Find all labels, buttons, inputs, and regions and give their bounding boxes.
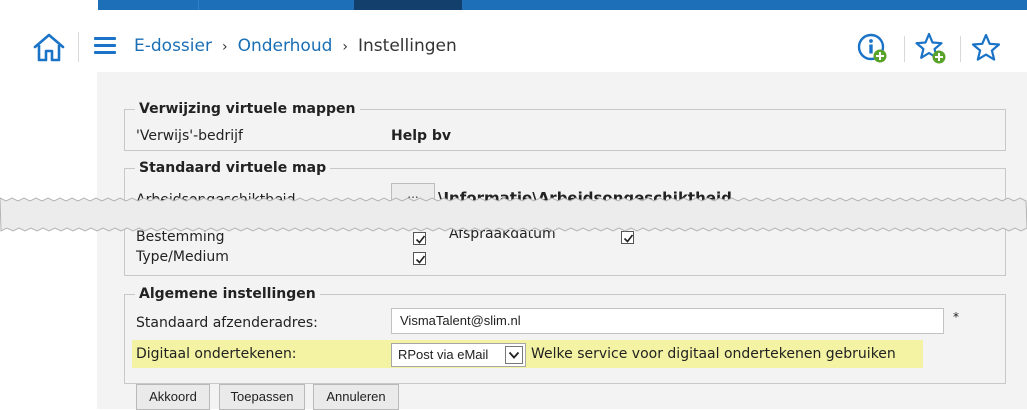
home-icon[interactable] — [32, 32, 66, 62]
breadcrumb-current: Instellingen — [358, 36, 457, 56]
header-bar: E-dossier › Onderhoud › Instellingen — [0, 26, 1027, 72]
section-algemeen-title: Algemene instellingen — [139, 286, 316, 302]
akkoord-button[interactable]: Akkoord — [136, 384, 210, 410]
header-divider — [78, 32, 79, 62]
breadcrumb-separator: › — [221, 39, 228, 55]
settings-panel: Verwijzing virtuele mappen 'Verwijs'-bed… — [97, 72, 1027, 410]
type-medium-label: Type/Medium — [136, 249, 229, 265]
afzenderadres-label: Standaard afzenderadres: — [136, 315, 318, 331]
breadcrumb-separator: › — [342, 39, 349, 55]
section-algemeen: Algemene instellingen — [124, 286, 1006, 384]
digitaal-ondertekenen-help: Welke service voor digitaal ondertekenen… — [531, 346, 896, 362]
favorite-add-icon[interactable] — [914, 30, 950, 66]
breadcrumb-edossier[interactable]: E-dossier — [134, 36, 212, 56]
afzenderadres-input[interactable]: VismaTalent@slim.nl — [391, 308, 944, 334]
toepassen-button[interactable]: Toepassen — [219, 384, 305, 410]
breadcrumb-onderhoud[interactable]: Onderhoud — [238, 36, 333, 56]
verwijs-bedrijf-value: Help bv — [391, 128, 452, 144]
menu-icon[interactable] — [94, 36, 116, 54]
section-standaard-map-title: Standaard virtuele map — [139, 160, 327, 176]
section-verwijzing: Verwijzing virtuele mappen — [124, 101, 1006, 151]
digitaal-ondertekenen-selected: RPost via eMail — [398, 347, 489, 362]
top-color-strip — [0, 0, 1027, 10]
type-medium-checkbox[interactable] — [413, 252, 426, 265]
chevron-down-icon[interactable] — [505, 346, 523, 364]
info-add-icon[interactable] — [856, 30, 890, 66]
digitaal-ondertekenen-label: Digitaal ondertekenen: — [136, 346, 297, 362]
required-mark: * — [953, 310, 959, 324]
verwijs-bedrijf-label: 'Verwijs'-bedrijf — [136, 128, 243, 144]
header-divider — [904, 36, 905, 62]
torn-edge-overlay — [0, 197, 1027, 232]
left-gutter — [0, 72, 97, 409]
annuleren-button[interactable]: Annuleren — [313, 384, 399, 410]
section-verwijzing-title: Verwijzing virtuele mappen — [139, 101, 356, 117]
breadcrumb: E-dossier › Onderhoud › Instellingen — [134, 36, 457, 56]
header-divider — [960, 36, 961, 62]
favorites-icon[interactable] — [970, 30, 1004, 66]
content-area: Verwijzing virtuele mappen 'Verwijs'-bed… — [0, 72, 1027, 410]
